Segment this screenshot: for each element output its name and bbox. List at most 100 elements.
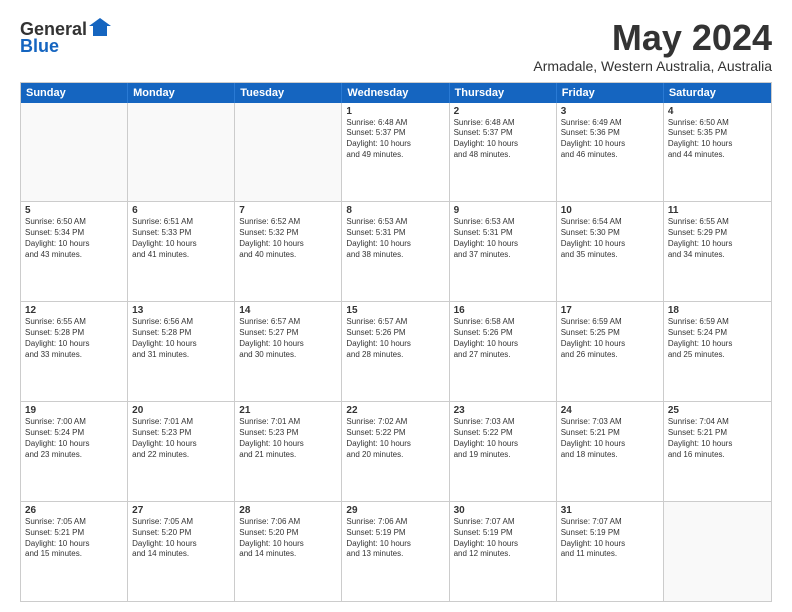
cell-info: Sunrise: 6:55 AMSunset: 5:28 PMDaylight:… <box>25 317 123 360</box>
day-number: 7 <box>239 205 337 216</box>
cell-info: Sunrise: 7:06 AMSunset: 5:19 PMDaylight:… <box>346 517 444 560</box>
cell-info: Sunrise: 6:58 AMSunset: 5:26 PMDaylight:… <box>454 317 552 360</box>
cell-info: Sunrise: 6:49 AMSunset: 5:36 PMDaylight:… <box>561 118 659 161</box>
day-number: 15 <box>346 305 444 316</box>
calendar-row-4: 26Sunrise: 7:05 AMSunset: 5:21 PMDayligh… <box>21 502 771 601</box>
calendar-cell-r2-c4: 16Sunrise: 6:58 AMSunset: 5:26 PMDayligh… <box>450 302 557 401</box>
logo-icon <box>89 18 111 40</box>
day-number: 28 <box>239 505 337 516</box>
day-number: 2 <box>454 106 552 117</box>
cell-info: Sunrise: 7:02 AMSunset: 5:22 PMDaylight:… <box>346 417 444 460</box>
calendar-cell-r0-c3: 1Sunrise: 6:48 AMSunset: 5:37 PMDaylight… <box>342 103 449 202</box>
calendar-cell-r1-c6: 11Sunrise: 6:55 AMSunset: 5:29 PMDayligh… <box>664 202 771 301</box>
day-number: 31 <box>561 505 659 516</box>
calendar-cell-r2-c3: 15Sunrise: 6:57 AMSunset: 5:26 PMDayligh… <box>342 302 449 401</box>
title-block: May 2024 Armadale, Western Australia, Au… <box>533 18 772 74</box>
cell-info: Sunrise: 6:48 AMSunset: 5:37 PMDaylight:… <box>346 118 444 161</box>
day-number: 18 <box>668 305 767 316</box>
day-number: 13 <box>132 305 230 316</box>
calendar-cell-r4-c4: 30Sunrise: 7:07 AMSunset: 5:19 PMDayligh… <box>450 502 557 601</box>
day-number: 23 <box>454 405 552 416</box>
cell-info: Sunrise: 7:01 AMSunset: 5:23 PMDaylight:… <box>239 417 337 460</box>
calendar-cell-r4-c1: 27Sunrise: 7:05 AMSunset: 5:20 PMDayligh… <box>128 502 235 601</box>
calendar-cell-r0-c5: 3Sunrise: 6:49 AMSunset: 5:36 PMDaylight… <box>557 103 664 202</box>
calendar-cell-r0-c6: 4Sunrise: 6:50 AMSunset: 5:35 PMDaylight… <box>664 103 771 202</box>
day-number: 22 <box>346 405 444 416</box>
calendar-cell-r1-c0: 5Sunrise: 6:50 AMSunset: 5:34 PMDaylight… <box>21 202 128 301</box>
cell-info: Sunrise: 7:05 AMSunset: 5:20 PMDaylight:… <box>132 517 230 560</box>
day-number: 27 <box>132 505 230 516</box>
cell-info: Sunrise: 7:04 AMSunset: 5:21 PMDaylight:… <box>668 417 767 460</box>
logo-blue-text: Blue <box>20 36 59 57</box>
calendar-cell-r1-c1: 6Sunrise: 6:51 AMSunset: 5:33 PMDaylight… <box>128 202 235 301</box>
cell-info: Sunrise: 6:51 AMSunset: 5:33 PMDaylight:… <box>132 217 230 260</box>
day-number: 8 <box>346 205 444 216</box>
calendar-cell-r1-c3: 8Sunrise: 6:53 AMSunset: 5:31 PMDaylight… <box>342 202 449 301</box>
header-cell-thursday: Thursday <box>450 83 557 103</box>
day-number: 10 <box>561 205 659 216</box>
day-number: 1 <box>346 106 444 117</box>
cell-info: Sunrise: 7:07 AMSunset: 5:19 PMDaylight:… <box>561 517 659 560</box>
cell-info: Sunrise: 6:57 AMSunset: 5:27 PMDaylight:… <box>239 317 337 360</box>
month-title: May 2024 <box>533 18 772 58</box>
day-number: 9 <box>454 205 552 216</box>
cell-info: Sunrise: 7:03 AMSunset: 5:22 PMDaylight:… <box>454 417 552 460</box>
day-number: 20 <box>132 405 230 416</box>
cell-info: Sunrise: 6:59 AMSunset: 5:24 PMDaylight:… <box>668 317 767 360</box>
day-number: 26 <box>25 505 123 516</box>
calendar-cell-r3-c2: 21Sunrise: 7:01 AMSunset: 5:23 PMDayligh… <box>235 402 342 501</box>
cell-info: Sunrise: 7:01 AMSunset: 5:23 PMDaylight:… <box>132 417 230 460</box>
calendar: SundayMondayTuesdayWednesdayThursdayFrid… <box>20 82 772 602</box>
calendar-cell-r1-c4: 9Sunrise: 6:53 AMSunset: 5:31 PMDaylight… <box>450 202 557 301</box>
calendar-cell-r2-c5: 17Sunrise: 6:59 AMSunset: 5:25 PMDayligh… <box>557 302 664 401</box>
header-cell-saturday: Saturday <box>664 83 771 103</box>
calendar-row-2: 12Sunrise: 6:55 AMSunset: 5:28 PMDayligh… <box>21 302 771 402</box>
location-title: Armadale, Western Australia, Australia <box>533 58 772 74</box>
calendar-cell-r2-c0: 12Sunrise: 6:55 AMSunset: 5:28 PMDayligh… <box>21 302 128 401</box>
calendar-cell-r3-c4: 23Sunrise: 7:03 AMSunset: 5:22 PMDayligh… <box>450 402 557 501</box>
calendar-cell-r4-c6 <box>664 502 771 601</box>
cell-info: Sunrise: 7:07 AMSunset: 5:19 PMDaylight:… <box>454 517 552 560</box>
cell-info: Sunrise: 7:06 AMSunset: 5:20 PMDaylight:… <box>239 517 337 560</box>
cell-info: Sunrise: 6:59 AMSunset: 5:25 PMDaylight:… <box>561 317 659 360</box>
day-number: 30 <box>454 505 552 516</box>
calendar-header: SundayMondayTuesdayWednesdayThursdayFrid… <box>21 83 771 103</box>
day-number: 11 <box>668 205 767 216</box>
header-cell-friday: Friday <box>557 83 664 103</box>
calendar-row-1: 5Sunrise: 6:50 AMSunset: 5:34 PMDaylight… <box>21 202 771 302</box>
page-header: General Blue May 2024 Armadale, Western … <box>20 18 772 74</box>
calendar-body: 1Sunrise: 6:48 AMSunset: 5:37 PMDaylight… <box>21 103 771 601</box>
cell-info: Sunrise: 7:00 AMSunset: 5:24 PMDaylight:… <box>25 417 123 460</box>
calendar-cell-r0-c1 <box>128 103 235 202</box>
cell-info: Sunrise: 6:53 AMSunset: 5:31 PMDaylight:… <box>346 217 444 260</box>
header-cell-wednesday: Wednesday <box>342 83 449 103</box>
calendar-row-3: 19Sunrise: 7:00 AMSunset: 5:24 PMDayligh… <box>21 402 771 502</box>
logo: General Blue <box>20 18 111 57</box>
day-number: 25 <box>668 405 767 416</box>
calendar-cell-r3-c6: 25Sunrise: 7:04 AMSunset: 5:21 PMDayligh… <box>664 402 771 501</box>
cell-info: Sunrise: 6:54 AMSunset: 5:30 PMDaylight:… <box>561 217 659 260</box>
cell-info: Sunrise: 6:57 AMSunset: 5:26 PMDaylight:… <box>346 317 444 360</box>
calendar-cell-r2-c6: 18Sunrise: 6:59 AMSunset: 5:24 PMDayligh… <box>664 302 771 401</box>
day-number: 16 <box>454 305 552 316</box>
calendar-cell-r1-c2: 7Sunrise: 6:52 AMSunset: 5:32 PMDaylight… <box>235 202 342 301</box>
day-number: 4 <box>668 106 767 117</box>
day-number: 6 <box>132 205 230 216</box>
calendar-cell-r2-c1: 13Sunrise: 6:56 AMSunset: 5:28 PMDayligh… <box>128 302 235 401</box>
calendar-cell-r0-c4: 2Sunrise: 6:48 AMSunset: 5:37 PMDaylight… <box>450 103 557 202</box>
header-cell-sunday: Sunday <box>21 83 128 103</box>
day-number: 24 <box>561 405 659 416</box>
calendar-cell-r4-c5: 31Sunrise: 7:07 AMSunset: 5:19 PMDayligh… <box>557 502 664 601</box>
day-number: 17 <box>561 305 659 316</box>
day-number: 21 <box>239 405 337 416</box>
header-cell-monday: Monday <box>128 83 235 103</box>
cell-info: Sunrise: 6:50 AMSunset: 5:35 PMDaylight:… <box>668 118 767 161</box>
calendar-cell-r0-c2 <box>235 103 342 202</box>
cell-info: Sunrise: 7:03 AMSunset: 5:21 PMDaylight:… <box>561 417 659 460</box>
calendar-cell-r3-c3: 22Sunrise: 7:02 AMSunset: 5:22 PMDayligh… <box>342 402 449 501</box>
calendar-cell-r3-c0: 19Sunrise: 7:00 AMSunset: 5:24 PMDayligh… <box>21 402 128 501</box>
day-number: 29 <box>346 505 444 516</box>
day-number: 5 <box>25 205 123 216</box>
cell-info: Sunrise: 6:55 AMSunset: 5:29 PMDaylight:… <box>668 217 767 260</box>
cell-info: Sunrise: 6:48 AMSunset: 5:37 PMDaylight:… <box>454 118 552 161</box>
